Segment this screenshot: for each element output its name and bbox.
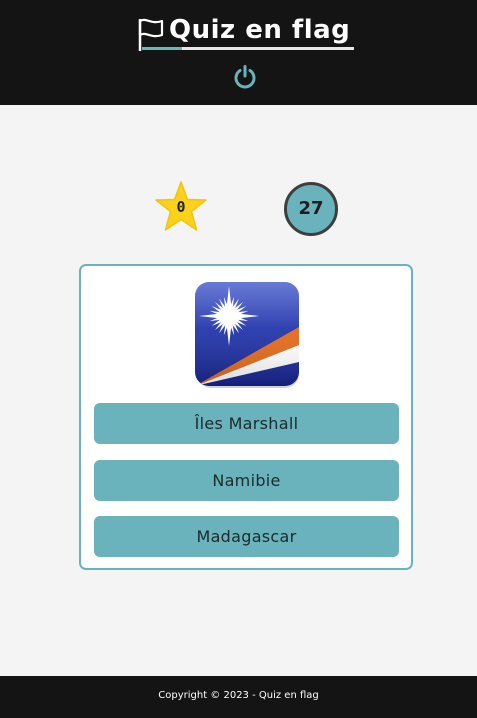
- footer: Copyright © 2023 - Quiz en flag: [0, 676, 477, 718]
- logo-underline: [142, 47, 354, 50]
- timer-badge: 27: [284, 182, 338, 236]
- timer-value: 27: [298, 198, 324, 219]
- answer-button-2[interactable]: Namibie: [94, 460, 399, 501]
- answer-button-3[interactable]: Madagascar: [94, 516, 399, 557]
- marshall-islands-flag: [195, 282, 299, 388]
- star-score: 0: [153, 180, 209, 235]
- power-button[interactable]: [232, 64, 258, 90]
- header: Quiz en flag: [0, 0, 477, 105]
- power-icon: [234, 65, 256, 89]
- copyright-text: Copyright © 2023 - Quiz en flag: [158, 690, 319, 701]
- star-count: 0: [176, 198, 186, 216]
- answer-button-1[interactable]: Îles Marshall: [94, 403, 399, 444]
- flag-icon: [138, 18, 164, 51]
- logo[interactable]: Quiz en flag: [137, 15, 355, 51]
- score-bar: 0 27: [0, 180, 477, 240]
- logo-text: Quiz en flag: [169, 15, 351, 45]
- question-card: Îles Marshall Namibie Madagascar: [79, 264, 413, 570]
